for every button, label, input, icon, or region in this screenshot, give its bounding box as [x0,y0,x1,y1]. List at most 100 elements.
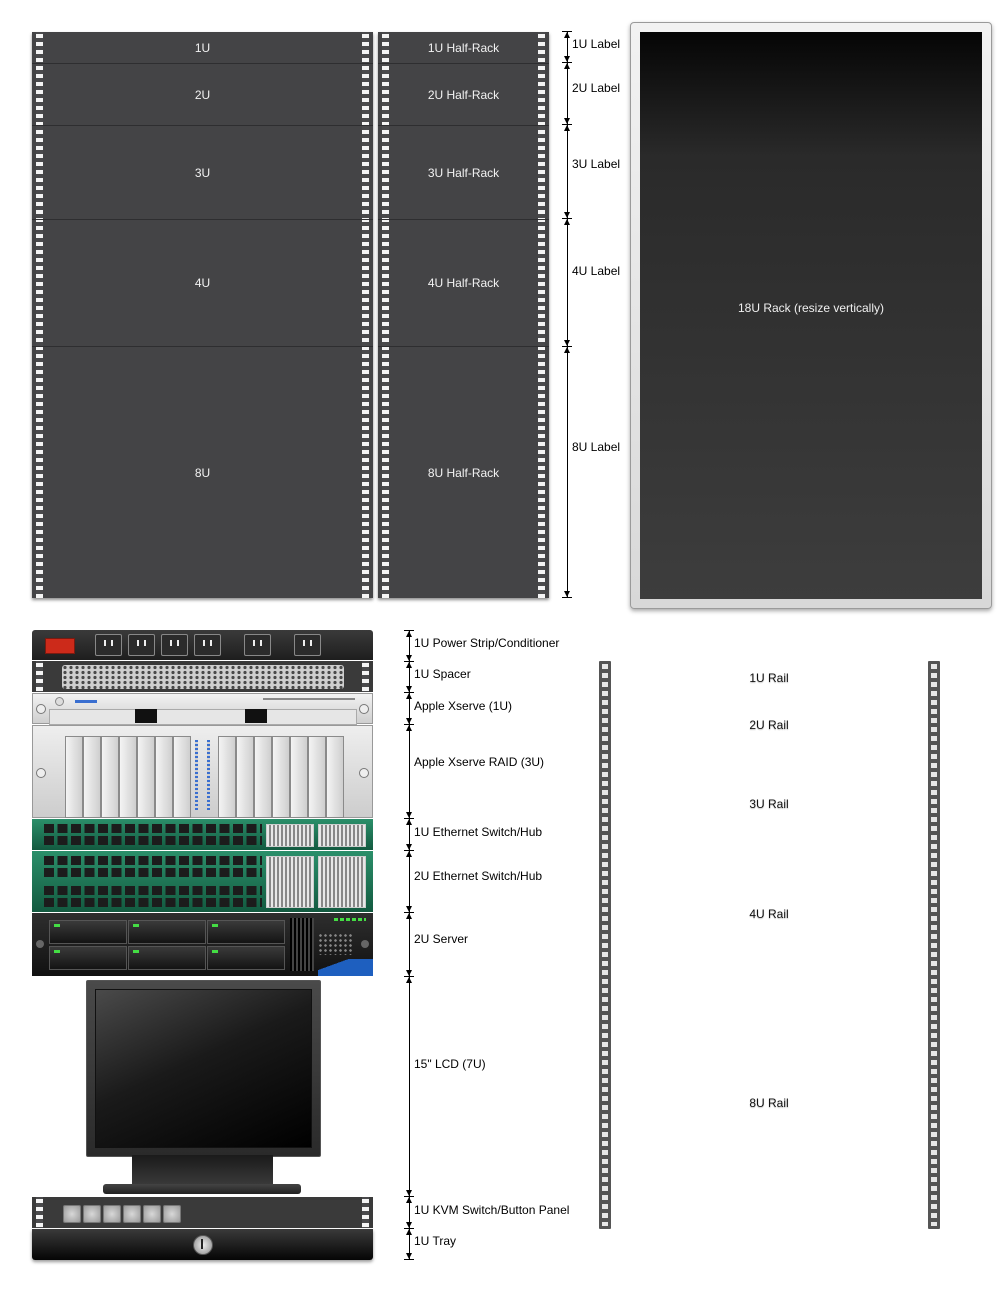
raid-drive [65,736,83,818]
rack-unit-1u[interactable]: 1U [32,32,373,64]
rail-label-8u[interactable]: 8U Rail [749,1096,788,1110]
raid-drive [83,736,101,818]
device-label-server-2u[interactable]: 2U Server [414,932,468,946]
outlet-icon [161,634,188,656]
fiber-module-icon [266,824,314,847]
vent-grille-icon [62,665,344,689]
raid-drive [308,736,326,818]
raid-drive [272,736,290,818]
kvm-button-icon [163,1205,181,1223]
half-rack-label: 8U Half-Rack [427,465,500,480]
rack-unit-label: 2U [194,87,211,102]
device-label-tray[interactable]: 1U Tray [414,1234,456,1248]
half-rack-8u[interactable]: 8U Half-Rack [378,347,549,598]
ethernet-switch-1u[interactable] [32,819,373,850]
unit-label-4u[interactable]: 4U Label [572,264,620,278]
half-rack-label: 2U Half-Rack [427,87,500,102]
device-label-switch-2u[interactable]: 2U Ethernet Switch/Hub [414,869,542,883]
server-drive-bay [49,946,127,970]
raid-drive [236,736,254,818]
server-drive-bay [128,946,206,970]
screw-icon [361,940,369,948]
rail-left[interactable] [599,661,611,1229]
unit-label-2u[interactable]: 2U Label [572,81,620,95]
apple-xserve-1u[interactable] [32,693,373,725]
device-label-lcd[interactable]: 15" LCD (7U) [414,1057,486,1071]
drive-handle-icon [135,709,157,723]
rack-unit-label: 8U [194,465,211,480]
ethernet-ports [44,886,262,908]
outlet-icon [95,634,122,656]
unit-label-8u[interactable]: 8U Label [572,440,620,454]
half-rack-2u[interactable]: 2U Half-Rack [378,64,549,126]
rack-stencil-full: 1U 2U 3U 4U 8U [32,32,373,598]
fiber-module-icon [318,856,366,908]
rail-holes-left [36,1197,43,1228]
kvm-button-icon [83,1205,101,1223]
half-rack-label: 3U Half-Rack [427,165,500,180]
raid-drive [101,736,119,818]
optical-drive-slot [263,698,355,700]
tray-1u[interactable] [32,1229,373,1260]
rack-unit-4u[interactable]: 4U [32,220,373,347]
apple-xserve-raid-3u[interactable] [32,725,373,818]
unit-label-3u[interactable]: 3U Label [572,157,620,171]
power-switch-icon [45,638,75,654]
device-label-xserve[interactable]: Apple Xserve (1U) [414,699,512,713]
ethernet-ports [44,856,262,878]
rail-holes-right [362,661,369,692]
server-leds-icon [334,918,366,921]
rack-unit-8u[interactable]: 8U [32,347,373,598]
rail-right[interactable] [928,661,940,1229]
power-strip-1u[interactable] [32,630,373,660]
rail-label-4u[interactable]: 4U Rail [749,907,788,921]
half-rack-label: 1U Half-Rack [427,40,500,55]
screw-icon [36,704,46,714]
rack-unit-label: 4U [194,276,211,290]
half-rack-3u[interactable]: 3U Half-Rack [378,126,549,220]
half-rack-label: 4U Half-Rack [427,276,500,290]
ethernet-switch-2u[interactable] [32,851,373,912]
half-rack-1u[interactable]: 1U Half-Rack [378,32,549,64]
device-label-spacer[interactable]: 1U Spacer [414,667,471,681]
kvm-button-icon [123,1205,141,1223]
rail-label-3u[interactable]: 3U Rail [749,797,788,811]
lcd-stand-base [103,1184,301,1194]
server-2u[interactable] [32,913,373,976]
server-wave-logo [318,959,373,976]
device-label-xserve-raid[interactable]: Apple Xserve RAID (3U) [414,755,544,769]
lcd-monitor-7u[interactable] [86,980,321,1157]
raid-drive [155,736,173,818]
rail-label-1u[interactable]: 1U Rail [749,671,788,685]
server-grille-icon [318,933,354,955]
raid-drive [173,736,191,818]
server-drive-bay [207,920,285,944]
device-label-kvm[interactable]: 1U KVM Switch/Button Panel [414,1203,569,1217]
raid-drive [218,736,236,818]
kvm-switch-1u[interactable] [32,1197,373,1228]
raid-drive [290,736,308,818]
rack-unit-2u[interactable]: 2U [32,64,373,126]
rack-18u[interactable]: 18U Rack (resize vertically) [630,22,992,609]
outlet-icon [128,634,155,656]
lcd-screen [95,989,312,1148]
raid-drive [137,736,155,818]
screw-icon [359,704,369,714]
rail-label-2u[interactable]: 2U Rail [749,718,788,732]
server-drive-bay [207,946,285,970]
raid-drive [254,736,272,818]
rack-unit-3u[interactable]: 3U [32,126,373,220]
fiber-module-icon [266,856,314,908]
spacer-1u[interactable] [32,661,373,692]
status-leds-icon [75,700,97,703]
raid-drive [119,736,137,818]
half-rack-4u[interactable]: 4U Half-Rack [378,220,549,347]
device-label-power-strip[interactable]: 1U Power Strip/Conditioner [414,636,559,650]
device-label-switch-1u[interactable]: 1U Ethernet Switch/Hub [414,825,542,839]
raid-status-leds-icon [207,740,210,810]
rack-unit-label: 3U [194,165,211,180]
server-drive-bay [49,920,127,944]
screw-icon [359,768,369,778]
unit-label-1u[interactable]: 1U Label [572,37,620,51]
lock-icon [193,1235,213,1255]
